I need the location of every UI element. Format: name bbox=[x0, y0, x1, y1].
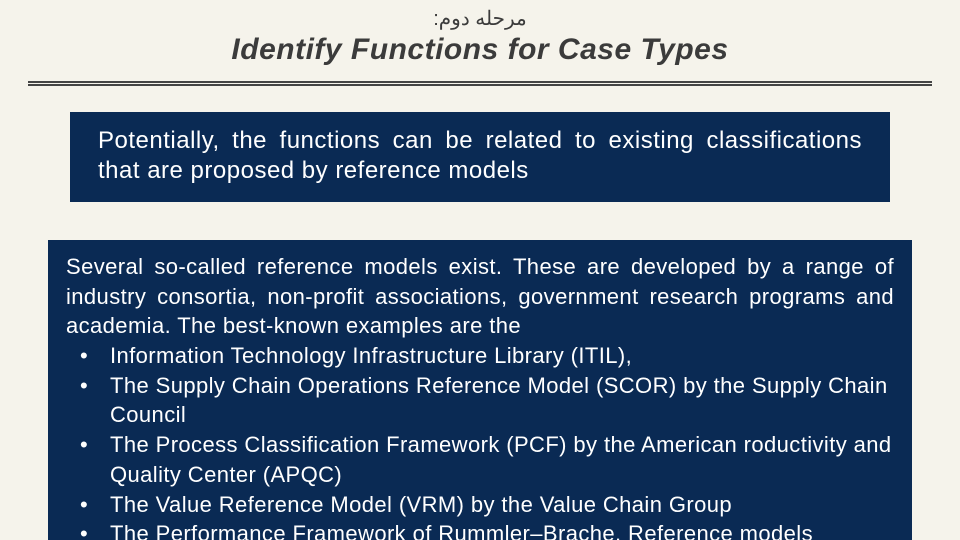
detail-bullet-list: Information Technology Infrastructure Li… bbox=[66, 341, 894, 540]
detail-box: Several so-called reference models exist… bbox=[48, 240, 912, 540]
list-item: The Supply Chain Operations Reference Mo… bbox=[66, 371, 894, 430]
detail-intro: Several so-called reference models exist… bbox=[66, 252, 894, 341]
summary-text: Potentially, the functions can be relate… bbox=[98, 127, 862, 184]
summary-box: Potentially, the functions can be relate… bbox=[70, 112, 890, 202]
horizontal-rule bbox=[28, 81, 932, 86]
list-item: The Performance Framework of Rummler–Bra… bbox=[66, 519, 894, 540]
slide-subtitle: ﻣﺮﺣﻠﻪ ﺩﻭﻡ: bbox=[0, 0, 960, 31]
list-item: Information Technology Infrastructure Li… bbox=[66, 341, 894, 371]
list-item: The Process Classification Framework (PC… bbox=[66, 430, 894, 489]
list-item: The Value Reference Model (VRM) by the V… bbox=[66, 490, 894, 520]
slide-title: Identify Functions for Case Types bbox=[0, 33, 960, 67]
